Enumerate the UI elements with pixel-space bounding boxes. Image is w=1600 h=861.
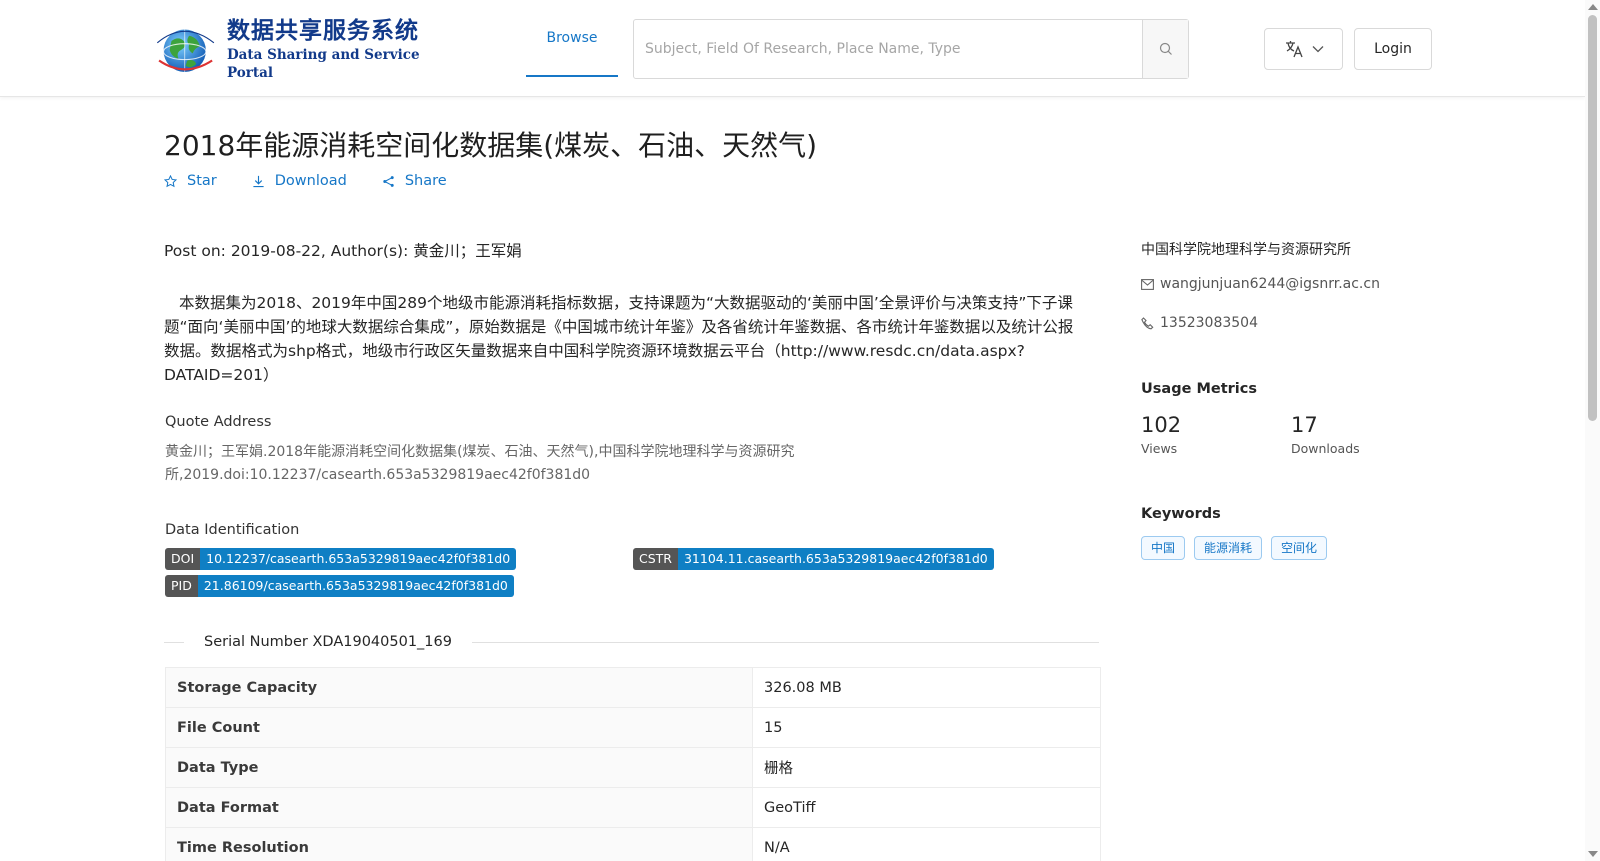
keyword-tag[interactable]: 能源消耗 xyxy=(1194,536,1263,560)
quote-text: 黄金川；王军娟.2018年能源消耗空间化数据集(煤炭、石油、天然气),中国科学院… xyxy=(165,444,795,483)
star-icon xyxy=(164,174,177,187)
nav-browse[interactable]: Browse xyxy=(526,0,618,77)
cstr-value: 31104.11.casearth.653a5329819aec42f0f381… xyxy=(677,548,994,570)
star-label: Star xyxy=(187,173,217,189)
doi-value: 10.12237/casearth.653a5329819aec42f0f381… xyxy=(200,548,517,570)
contact-email[interactable]: wangjunjuan6244@igsnrr.ac.cn xyxy=(1141,276,1380,292)
data-identification-heading: Data Identification xyxy=(165,522,300,538)
table-row: Data Format GeoTiff xyxy=(165,787,1101,828)
spec-key: File Count xyxy=(165,707,753,748)
views-metric: 102 Views xyxy=(1141,411,1181,456)
serial-divider: Serial Number XDA19040501_169 xyxy=(164,632,1099,652)
download-icon xyxy=(253,175,264,187)
top-header: 数据共享服务系统 Data Sharing and Service Portal… xyxy=(0,0,1585,97)
divider-line-right xyxy=(472,641,1099,643)
doi-key: DOI xyxy=(165,548,201,570)
email-text: wangjunjuan6244@igsnrr.ac.cn xyxy=(1160,276,1380,292)
logo-title-en: Data Sharing and Service Portal xyxy=(226,47,420,81)
views-count: 102 xyxy=(1141,413,1182,437)
star-button[interactable]: Star xyxy=(164,173,217,189)
scroll-up-arrow-icon[interactable] xyxy=(1588,4,1598,10)
logo-globe-icon xyxy=(156,29,215,72)
dataset-title: 2018年能源消耗空间化数据集(煤炭、石油、天然气) xyxy=(164,129,818,162)
post-info: Post on: 2019-08-22, Author(s): 黄金川；王军娟 xyxy=(164,242,522,260)
spec-key: Data Type xyxy=(165,747,753,788)
share-button[interactable]: Share xyxy=(382,173,447,189)
phone-text: 13523083504 xyxy=(1160,315,1258,331)
spec-key: Data Format xyxy=(165,787,753,828)
pid-badge[interactable]: PID 21.86109/casearth.653a5329819aec42f0… xyxy=(165,575,514,597)
phone-icon xyxy=(1141,316,1154,329)
spec-value: 栅格 xyxy=(752,747,1101,788)
login-button[interactable]: Login xyxy=(1354,28,1432,70)
cstr-badge[interactable]: CSTR 31104.11.casearth.653a5329819aec42f… xyxy=(633,548,994,570)
doi-badge[interactable]: DOI 10.12237/casearth.653a5329819aec42f0… xyxy=(165,548,517,570)
usage-metrics-heading: Usage Metrics xyxy=(1141,381,1257,397)
pid-key: PID xyxy=(165,575,198,597)
spec-key: Time Resolution xyxy=(165,827,753,861)
keyword-tag[interactable]: 空间化 xyxy=(1271,536,1328,560)
organization-name: 中国科学院地理科学与资源研究所 xyxy=(1141,242,1351,258)
table-row: File Count 15 xyxy=(165,707,1101,748)
table-row: Storage Capacity 326.08 MB xyxy=(165,667,1101,708)
search-bar xyxy=(633,19,1189,79)
table-row: Data Type 栅格 xyxy=(165,747,1101,788)
keywords-heading: Keywords xyxy=(1141,506,1221,522)
site-logo[interactable]: 数据共享服务系统 Data Sharing and Service Portal xyxy=(152,18,442,81)
mail-icon xyxy=(1141,278,1154,290)
scroll-thumb[interactable] xyxy=(1588,15,1597,421)
specs-table: Storage Capacity 326.08 MB File Count 15… xyxy=(165,667,1101,861)
views-label: Views xyxy=(1141,441,1178,456)
downloads-label: Downloads xyxy=(1291,441,1360,456)
search-icon xyxy=(1159,42,1172,55)
language-switch[interactable] xyxy=(1264,28,1343,70)
spec-value: 15 xyxy=(752,707,1101,748)
keyword-tag[interactable]: 中国 xyxy=(1141,536,1186,560)
scroll-down-arrow-icon[interactable] xyxy=(1588,851,1598,857)
dataset-actions: Star Download Share xyxy=(164,173,447,189)
spec-value: GeoTiff xyxy=(752,787,1101,828)
page-scrollbar[interactable] xyxy=(1585,0,1600,861)
share-icon xyxy=(383,175,394,187)
serial-number: Serial Number XDA19040501_169 xyxy=(204,634,452,650)
logo-title-cn: 数据共享服务系统 xyxy=(226,18,419,44)
pid-value: 21.86109/casearth.653a5329819aec42f0f381… xyxy=(197,575,514,597)
share-label: Share xyxy=(404,173,447,189)
table-row: Time Resolution N/A xyxy=(165,827,1101,861)
download-label: Download xyxy=(274,173,347,189)
quote-heading: Quote Address xyxy=(165,414,272,430)
translate-icon xyxy=(1285,41,1303,58)
spec-value: N/A xyxy=(752,827,1101,861)
downloads-count: 17 xyxy=(1291,413,1318,437)
keyword-list: 中国 能源消耗 空间化 xyxy=(1141,536,1328,560)
contact-phone[interactable]: 13523083504 xyxy=(1141,315,1258,331)
downloads-metric: 17 Downloads xyxy=(1291,411,1360,456)
divider-line-left xyxy=(164,641,184,643)
download-button[interactable]: Download xyxy=(252,173,347,189)
dataset-description: 本数据集为2018、2019年中国289个地级市能源消耗指标数据，支持课题为“大… xyxy=(164,294,1074,384)
spec-value: 326.08 MB xyxy=(752,667,1101,708)
cstr-key: CSTR xyxy=(633,548,678,570)
spec-key: Storage Capacity xyxy=(165,667,753,708)
chevron-down-icon xyxy=(1312,46,1323,53)
search-button[interactable] xyxy=(1142,20,1188,78)
search-input[interactable] xyxy=(634,20,1142,78)
